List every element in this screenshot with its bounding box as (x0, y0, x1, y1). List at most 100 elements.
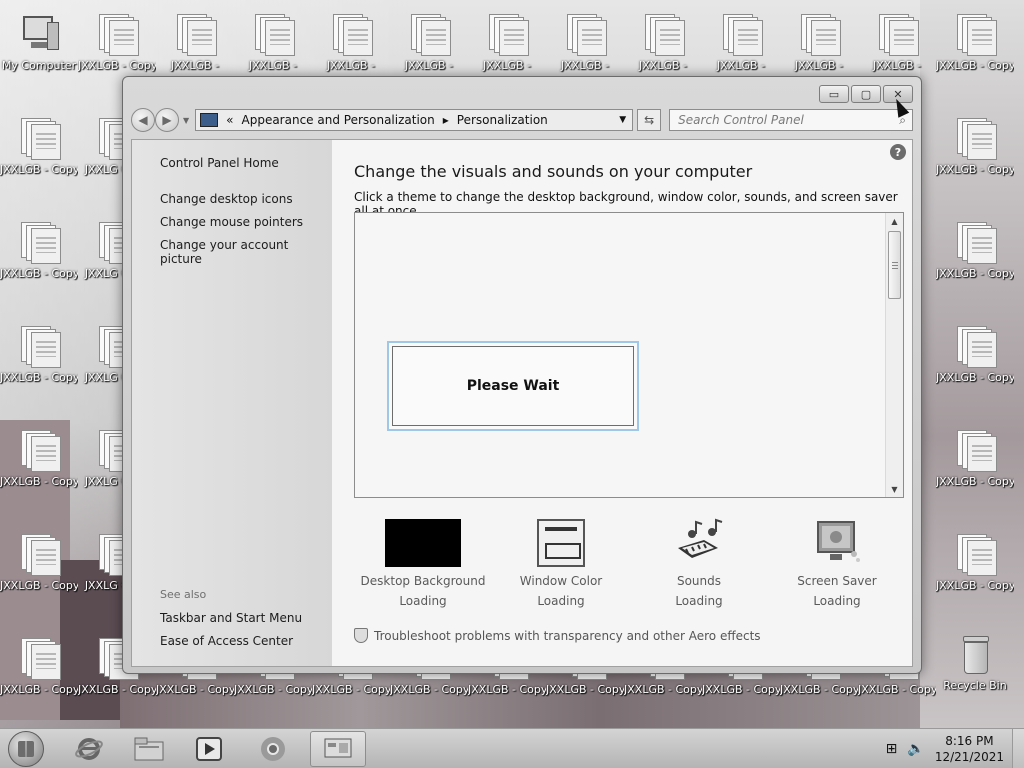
windows-logo-icon (18, 741, 34, 757)
desktop-icon-label: JXXLGB - Copy (26... (546, 683, 624, 696)
desktop-icon-file[interactable]: JXXLGB - Copy (39) ... (936, 532, 1014, 632)
desktop-icon-file[interactable]: JXXLGB - Copy (37... (936, 12, 1014, 112)
desktop-icon-file[interactable]: JXXLGB - Copy - Co... (0, 324, 78, 424)
breadcrumb-overflow[interactable]: « (226, 113, 233, 127)
file-stack-icon (563, 12, 607, 56)
sidebar-control-panel-home[interactable]: Control Panel Home (160, 156, 279, 170)
sidebar-taskbar-start-menu[interactable]: Taskbar and Start Menu (160, 611, 302, 625)
navigation-bar: ◀ ▶ ▼ « Appearance and Personalization ▸… (131, 107, 913, 133)
file-stack-icon (17, 220, 61, 264)
control-panel-icon (200, 113, 219, 127)
desktop-icon-label: JXXLGB - (795, 59, 843, 72)
minimize-button[interactable]: ▭ (819, 85, 849, 103)
address-bar[interactable]: « Appearance and Personalization ▸ Perso… (195, 109, 634, 131)
desktop-icon-label: JXXLGB - (405, 59, 453, 72)
option-state: Loading (675, 594, 723, 608)
back-button[interactable]: ◀ (131, 108, 155, 132)
back-arrow-icon: ◀ (138, 113, 148, 127)
search-input[interactable]: Search Control Panel ⌕ (669, 109, 913, 131)
desktop-background-thumbnail (385, 519, 461, 567)
file-stack-icon (251, 12, 295, 56)
clock-date: 12/21/2021 (934, 750, 1004, 764)
chrome-icon (261, 737, 285, 761)
desktop-icon-label: My Computer (1, 59, 77, 72)
personalization-window: ▭ ▢ ✕ ◀ ▶ ▼ « Appearance and Personaliza… (122, 76, 922, 674)
maximize-button[interactable]: ▢ (851, 85, 881, 103)
desktop-icon-file[interactable]: JXXLGB - Copy - Copy (0, 636, 78, 736)
file-stack-icon (407, 12, 451, 56)
breadcrumb-appearance[interactable]: Appearance and Personalization (242, 113, 435, 127)
taskbar: ⊞ 🔈 8:16 PM 12/21/2021 (0, 728, 1024, 768)
refresh-button[interactable]: ⇆ (637, 109, 662, 131)
desktop-icon-recycle-bin[interactable]: Recycle Bin (936, 632, 1014, 732)
desktop-icon-file[interactable]: JXXLGB - Copy (38) ... (936, 220, 1014, 320)
address-dropdown-icon[interactable]: ▼ (619, 115, 626, 125)
clock[interactable]: 8:16 PM 12/21/2021 (935, 733, 1004, 765)
desktop-icon-label: JXXLGB - Copy (29) (624, 683, 702, 696)
scroll-down-icon[interactable]: ▼ (886, 481, 903, 497)
desktop-icon-file[interactable]: JXXLGB - Copy (38) (936, 428, 1014, 528)
theme-list[interactable]: Please Wait ▲ ▼ (354, 212, 904, 498)
desktop-icon-label: JXXLGB - Copy (38) ... (936, 267, 1014, 280)
desktop-icon-file[interactable]: JXXLGB - Copy - Co... (0, 428, 78, 528)
sidebar-change-account-picture[interactable]: Change your account picture (160, 238, 332, 266)
desktop-background-option[interactable]: Desktop Background Loading (358, 518, 488, 608)
taskbar-internet-explorer[interactable] (64, 731, 114, 767)
desktop-icon-label: JXXLGB - Copy (22) (468, 683, 546, 696)
taskbar-chrome[interactable] (248, 731, 298, 767)
forward-button[interactable]: ▶ (155, 108, 179, 132)
window-color-option[interactable]: Window Color Loading (496, 518, 626, 608)
desktop-icon-file[interactable]: JXXLGB - Copy - Co... (0, 220, 78, 320)
sidebar: Control Panel Home Change desktop icons … (132, 140, 332, 666)
breadcrumb-personalization[interactable]: Personalization (457, 113, 548, 127)
desktop-icon-label: JXXLGB - Copy (... (78, 59, 156, 72)
desktop-icon-label: JXXLGB - Copy (37... (936, 59, 1014, 72)
desktop-icon-my-computer[interactable]: My Computer (0, 12, 78, 112)
desktop-icon-label: Recycle Bin (943, 679, 1007, 692)
taskbar-media-player[interactable] (184, 731, 234, 767)
file-stack-icon (485, 12, 529, 56)
file-stack-icon (719, 12, 763, 56)
desktop-icon-file[interactable]: JXXLGB - Copy (38... (936, 324, 1014, 424)
file-stack-icon (641, 12, 685, 56)
desktop-icon-label: JXXLGB - Copy (8) (156, 683, 234, 696)
sidebar-change-mouse-pointers[interactable]: Change mouse pointers (160, 215, 303, 229)
show-desktop-button[interactable] (1012, 729, 1024, 768)
scroll-thumb[interactable] (888, 231, 901, 299)
desktop-icon-file[interactable]: JXXLGB - Copy (37) (936, 116, 1014, 216)
file-stack-icon (875, 12, 919, 56)
recent-pages-dropdown[interactable]: ▼ (183, 116, 189, 125)
file-stack-icon (173, 12, 217, 56)
theme-list-scrollbar[interactable]: ▲ ▼ (885, 213, 903, 497)
clock-time: 8:16 PM (945, 734, 994, 748)
desktop-icon-label: JXXLGB - Copy - Co... (0, 475, 78, 488)
file-stack-icon (953, 116, 997, 160)
sidebar-ease-of-access[interactable]: Ease of Access Center (160, 634, 293, 648)
desktop-icon-label: JXXLGB - Copy (34) (780, 683, 858, 696)
network-icon[interactable]: ⊞ (886, 741, 898, 757)
taskbar-explorer[interactable] (124, 731, 174, 767)
breadcrumb-separator-icon[interactable]: ▸ (443, 113, 449, 127)
screen-saver-option[interactable]: Screen Saver Loading (772, 518, 902, 608)
file-stack-icon (95, 12, 139, 56)
start-button[interactable] (8, 731, 44, 767)
troubleshoot-link[interactable]: Troubleshoot problems with transparency … (354, 628, 761, 643)
scroll-up-icon[interactable]: ▲ (886, 213, 903, 229)
option-state: Loading (813, 594, 861, 608)
desktop-icon-file[interactable]: JXXLGB - Copy - Co... (0, 116, 78, 216)
desktop-icon-label: JXXLGB - (327, 59, 375, 72)
desktop-icon-label: JXXLGB - Copy - Co... (0, 579, 78, 592)
window-content: Control Panel Home Change desktop icons … (131, 139, 913, 667)
file-stack-icon (953, 220, 997, 264)
volume-icon[interactable]: 🔈 (907, 741, 924, 757)
file-stack-icon (329, 12, 373, 56)
file-stack-icon (17, 324, 61, 368)
window-color-icon (537, 519, 585, 567)
sidebar-change-desktop-icons[interactable]: Change desktop icons (160, 192, 293, 206)
forward-arrow-icon: ▶ (162, 113, 172, 127)
taskbar-control-panel[interactable] (310, 731, 366, 767)
desktop-icon-label: JXXLGB - Copy (19... (390, 683, 468, 696)
help-icon[interactable]: ? (890, 144, 906, 160)
sounds-option[interactable]: Sounds Loading (634, 518, 764, 608)
desktop-icon-file[interactable]: JXXLGB - Copy - Co... (0, 532, 78, 632)
